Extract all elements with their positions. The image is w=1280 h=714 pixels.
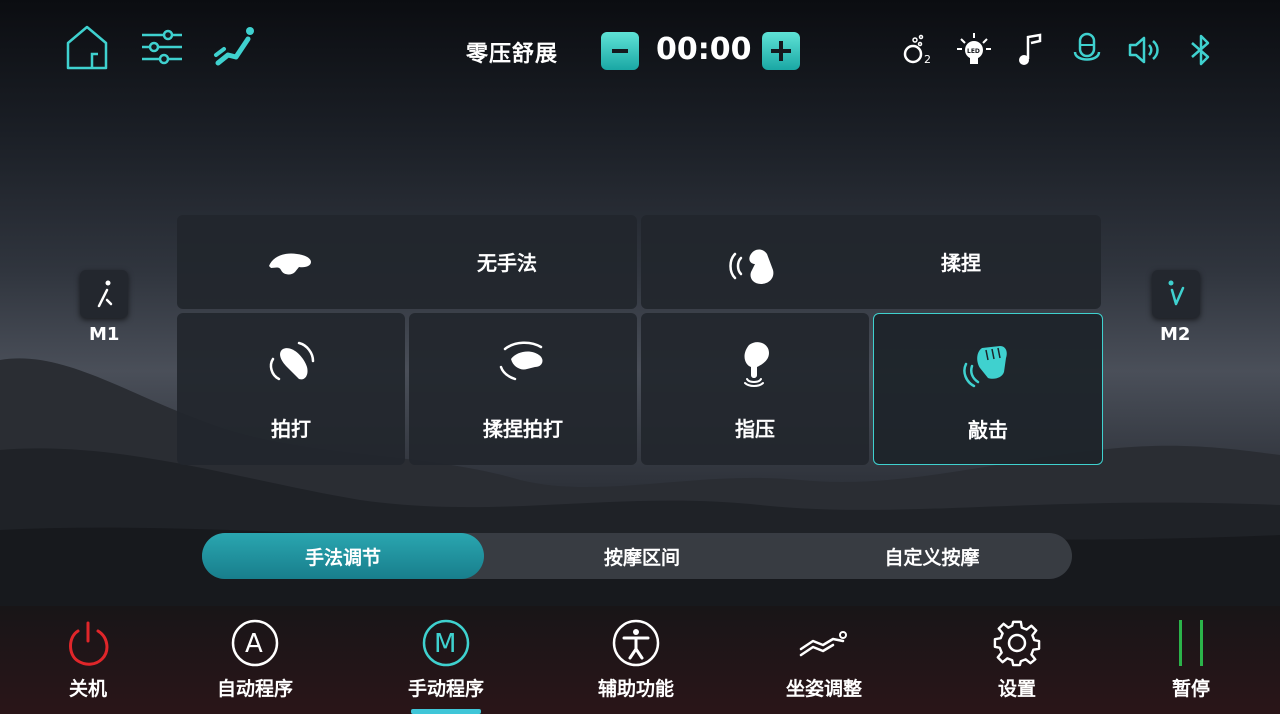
technique-knock-label: 敲击 [968, 418, 1008, 442]
voice-icon[interactable] [1067, 30, 1107, 70]
open-hand-icon [269, 253, 311, 275]
sliders-icon[interactable] [137, 22, 187, 72]
led-icon[interactable]: LED [954, 30, 994, 70]
technique-none-label: 无手法 [477, 251, 537, 275]
memory-m1-button[interactable] [80, 270, 128, 318]
top-bar: 零压舒展 00:00 2 LED [0, 0, 1280, 100]
oxygen-icon[interactable]: 2 [897, 30, 937, 70]
knead-tap-hand-icon [499, 341, 543, 381]
timer-decrease-button[interactable] [601, 32, 639, 70]
nav-manual[interactable]: M 手动程序 [381, 606, 511, 714]
nav-pause-label: 暂停 [1171, 678, 1210, 700]
timer-display: 00:00 [656, 32, 752, 67]
timer-increase-button[interactable] [762, 32, 800, 70]
active-nav-indicator [411, 709, 481, 714]
tab-zone[interactable]: 按摩区间 [502, 533, 782, 579]
nav-auto[interactable]: A 自动程序 [190, 606, 320, 714]
memory-m1-label: M1 [89, 324, 120, 345]
bluetooth-icon[interactable] [1181, 30, 1221, 70]
home-icon[interactable] [62, 22, 112, 72]
technique-knead-tap-card[interactable]: 揉捏拍打 [409, 313, 637, 465]
technique-none-card[interactable]: 无手法 [177, 215, 637, 309]
technique-knead-label: 揉捏 [941, 251, 981, 275]
volume-icon[interactable] [1124, 30, 1164, 70]
svg-text:A: A [245, 629, 263, 659]
recline-m2-icon [1168, 280, 1185, 306]
nav-settings-label: 设置 [997, 678, 1036, 700]
technique-tap-label: 拍打 [271, 417, 311, 441]
technique-knead-card[interactable]: 揉捏 [641, 215, 1101, 309]
recline-seat-icon[interactable] [210, 22, 260, 72]
tab-technique[interactable]: 手法调节 [202, 533, 484, 579]
nav-settings[interactable]: 设置 [952, 606, 1082, 714]
memory-m2-label: M2 [1160, 324, 1191, 345]
manual-program-icon: M [421, 618, 471, 668]
mode-title: 零压舒展 [466, 42, 559, 67]
mode-tabs: 手法调节 按摩区间 自定义按摩 [202, 533, 1072, 579]
svg-text:M: M [434, 629, 456, 659]
technique-knock-card[interactable]: 敲击 [873, 313, 1103, 465]
technique-knead-tap-label: 揉捏拍打 [483, 417, 563, 441]
nav-posture-label: 坐姿调整 [785, 678, 862, 700]
tap-hand-icon [269, 341, 315, 381]
technique-shiatsu-label: 指压 [735, 417, 775, 441]
shiatsu-finger-icon [744, 342, 769, 387]
bottom-nav: 关机 A 自动程序 M 手动程序 辅助功能 坐姿调整 设置 暂停 [0, 606, 1280, 714]
nav-assist-label: 辅助功能 [597, 678, 674, 700]
nav-assist[interactable]: 辅助功能 [571, 606, 701, 714]
technique-grid: 无手法 揉捏 拍打 揉捏拍打 指压 敲击 [177, 215, 1103, 465]
tab-custom[interactable]: 自定义按摩 [792, 533, 1072, 579]
auto-program-icon: A [230, 618, 280, 668]
nav-power-label: 关机 [68, 678, 107, 700]
nav-auto-label: 自动程序 [216, 678, 293, 700]
posture-icon [799, 618, 849, 668]
recline-m1-icon [97, 280, 113, 308]
nav-posture[interactable]: 坐姿调整 [759, 606, 889, 714]
svg-text:2: 2 [924, 53, 931, 66]
music-icon[interactable] [1011, 30, 1051, 70]
nav-manual-label: 手动程序 [407, 678, 484, 700]
knead-hand-icon [729, 249, 774, 284]
technique-tap-card[interactable]: 拍打 [177, 313, 405, 465]
memory-m2-button[interactable] [1152, 270, 1200, 318]
power-icon [63, 618, 113, 668]
technique-shiatsu-card[interactable]: 指压 [641, 313, 869, 465]
nav-pause[interactable]: 暂停 [1126, 606, 1256, 714]
gear-icon [992, 618, 1042, 668]
knock-fist-icon [963, 346, 1007, 388]
pause-icon [1166, 618, 1216, 668]
accessibility-icon [611, 618, 661, 668]
svg-text:LED: LED [967, 48, 980, 55]
nav-power[interactable]: 关机 [23, 606, 153, 714]
